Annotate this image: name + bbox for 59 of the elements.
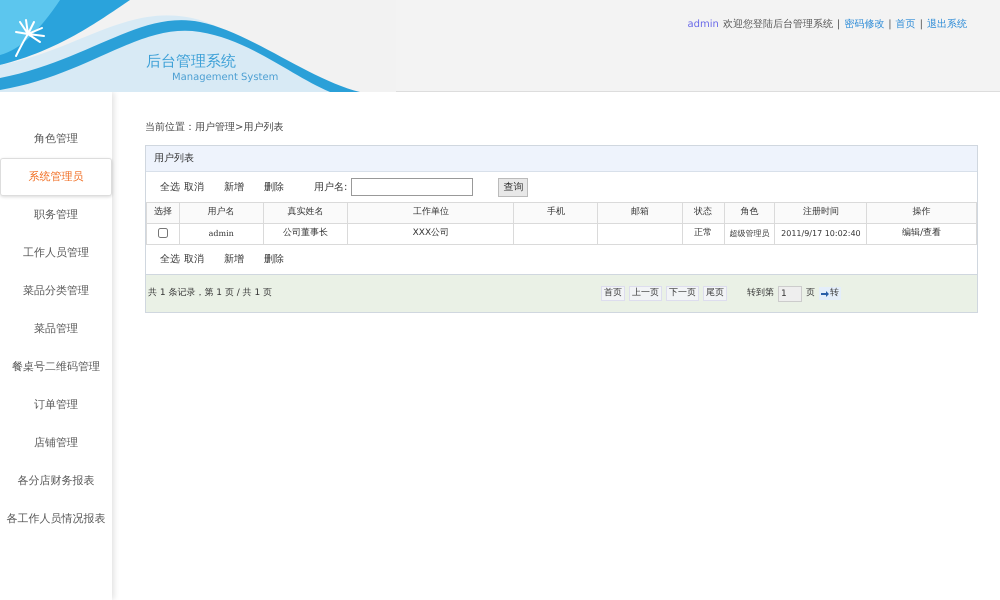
table-cell: 公司董事长 [282,228,328,238]
system-title: 后台管理系统 [146,51,236,72]
sidebar-item[interactable]: 菜品管理 [0,310,112,348]
sidebar-item[interactable]: 订单管理 [0,386,112,424]
welcome-text: 欢迎您登陆后台管理系统 [722,18,833,32]
footer-link[interactable]: 取消 [184,252,204,267]
table-cell: admin [208,229,234,238]
sidebar-item[interactable]: 工作人员管理 [0,234,112,272]
footer-link[interactable]: 删除 [264,252,284,267]
table-cell: 正常 [694,228,712,238]
column-header: 操作 [866,202,976,224]
page-field[interactable]: 1 [778,286,802,302]
separator: | [920,18,923,32]
toolbar-link[interactable]: 全选 [160,180,180,194]
toolbar-link[interactable]: 删除 [264,180,284,194]
system-subtitle: Management System [172,71,278,85]
column-header: 邮箱 [598,202,682,224]
breadcrumb: 当前位置：用户管理>用户列表 [145,120,284,135]
column-header: 状态 [682,202,724,224]
sidebar-item[interactable]: 各工作人员情况报表 [0,500,112,538]
edit-view-link[interactable]: 编辑/查看 [902,228,942,238]
column-header: 选择 [146,202,180,224]
column-header: 注册时间 [774,202,867,224]
column-header: 用户名 [179,202,264,224]
panel-title: 用户列表 [146,146,977,172]
search-button[interactable]: 查询 [498,178,528,196]
page-button[interactable]: 首页 [601,286,625,302]
arrow-icon [821,290,829,296]
sidebar-item[interactable]: 职务管理 [0,196,112,234]
sidebar-item[interactable]: 店铺管理 [0,424,112,462]
page-suffix: 页 [806,286,815,300]
table-cell: 2011/9/17 10:02:40 [781,229,861,238]
footer-link[interactable]: 全选 [160,252,180,267]
page-button[interactable]: 下一页 [666,286,699,302]
page-summary: 共 1 条记录，第 1 页 / 共 1 页 [148,286,272,300]
table-cell: XXX公司 [412,228,450,238]
toolbar-link[interactable]: 取消 [184,180,204,194]
search-label: 用户名: [314,180,348,194]
toolbar-link[interactable]: 新增 [224,180,244,194]
page-button[interactable]: 尾页 [703,286,727,302]
sidebar-item[interactable]: 菜品分类管理 [0,272,112,310]
page-button[interactable]: 上一页 [629,286,662,302]
sidebar-item[interactable]: 各分店财务报表 [0,462,112,500]
goto-label: 转到第 [747,286,774,300]
separator: | [836,18,840,32]
footer-link[interactable]: 新增 [224,252,244,267]
sidebar-item[interactable]: 餐桌号二维码管理 [0,348,112,386]
username: admin [688,18,719,32]
column-header: 工作单位 [348,202,514,224]
dandelion-logo-icon [12,18,46,58]
username-field[interactable] [351,178,474,196]
column-header: 真实姓名 [263,202,348,224]
column-header: 角色 [724,202,775,224]
go-button[interactable]: 转 [819,286,841,300]
separator: | [888,18,892,32]
sidebar-item[interactable]: 角色管理 [0,120,112,158]
row-checkbox[interactable] [158,228,168,238]
table-cell: 超级管理员 [729,229,770,238]
column-header: 手机 [514,202,598,224]
